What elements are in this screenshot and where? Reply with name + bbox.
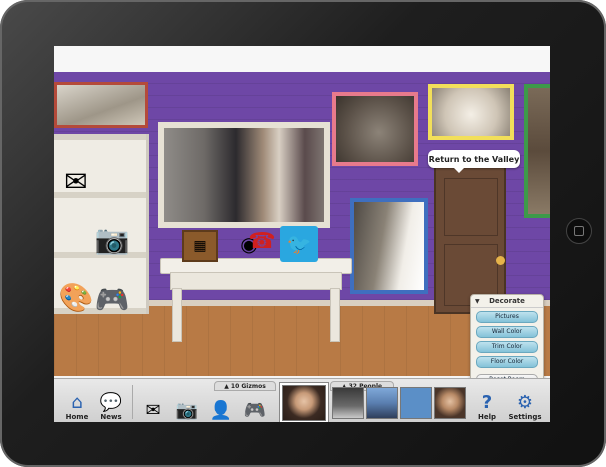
door-panel-top xyxy=(444,178,498,236)
return-to-valley-tooltip[interactable]: Return to the Valley xyxy=(428,150,520,173)
valley-door[interactable] xyxy=(434,166,506,314)
home-label: Home xyxy=(65,413,89,421)
wall-color-button[interactable]: Wall Color xyxy=(476,326,538,338)
bottom-toolbar: ▲ 10 Gizmos ▲ 32 People ⌂ Home 💬 News ✉ … xyxy=(54,378,550,422)
pictures-button[interactable]: Pictures xyxy=(476,311,538,323)
picture-frame-puppies[interactable] xyxy=(428,84,514,140)
add-person-gizmo-button[interactable]: 👤 xyxy=(204,387,238,421)
home-button[interactable]: ⌂ Home xyxy=(60,387,94,422)
envelope-gizmo-button[interactable]: ✉ xyxy=(136,387,170,421)
avatar-self[interactable] xyxy=(282,385,326,421)
gamepad-icon[interactable]: 🎮 xyxy=(94,282,130,318)
decorate-title: Decorate xyxy=(489,297,525,305)
cat-photo xyxy=(336,96,414,162)
settings-label: Settings xyxy=(508,413,542,421)
picture-frame-dog-sleeping[interactable] xyxy=(54,82,148,128)
envelope-icon[interactable]: ✉ xyxy=(58,164,94,200)
red-phone-icon[interactable]: ☎ xyxy=(248,226,275,258)
envelope-icon: ✉ xyxy=(145,400,161,421)
avatar-placeholder[interactable] xyxy=(400,387,432,419)
dog-photo xyxy=(57,85,145,125)
table-apron xyxy=(170,272,342,290)
picture-frame-dog-window[interactable] xyxy=(350,198,428,294)
table-leg xyxy=(330,288,340,342)
status-strip xyxy=(54,46,550,72)
table-leg xyxy=(172,288,182,342)
picture-frame-family[interactable] xyxy=(158,122,330,228)
gamepad-icon: 🎮 xyxy=(243,400,267,421)
cat-right-photo xyxy=(528,88,550,214)
floor-color-button[interactable]: Floor Color xyxy=(476,356,538,368)
camera-icon: 📷 xyxy=(175,400,199,421)
palette-icon[interactable]: 🎨 xyxy=(58,280,94,316)
door-knob xyxy=(496,256,505,265)
decorate-header[interactable]: ▼ Decorate xyxy=(471,295,543,308)
picture-frame-cat[interactable] xyxy=(332,92,418,166)
camera-gizmo-button[interactable]: 📷 xyxy=(170,387,204,421)
help-label: Help xyxy=(477,413,497,421)
gamepad-gizmo-button[interactable]: 🎮 xyxy=(238,387,272,421)
camera-icon[interactable]: 📷 xyxy=(94,222,130,258)
gear-icon: ⚙ xyxy=(516,392,534,413)
decorate-panel: ▼ Decorate Pictures Wall Color Trim Color… xyxy=(470,294,544,386)
picture-frame-cat-right[interactable] xyxy=(524,84,550,218)
family-photo xyxy=(164,128,324,222)
avatar-person-3[interactable] xyxy=(434,387,466,419)
tablet-home-button[interactable] xyxy=(566,218,592,244)
collapse-triangle-icon: ▼ xyxy=(475,298,480,305)
avatar-person-1[interactable] xyxy=(332,387,364,419)
puppies-photo xyxy=(432,88,510,136)
speech-bubble-icon: 💬 xyxy=(99,392,123,413)
toolbar-divider xyxy=(132,385,133,419)
question-mark-icon: ? xyxy=(481,392,493,413)
app-screen: Return to the Valley ✉ 📷 🎨 🎮 ▦ ◉ ☎ 🐦 ▼ De… xyxy=(54,46,550,422)
settings-button[interactable]: ⚙ Settings xyxy=(504,387,546,422)
house-icon: ⌂ xyxy=(71,392,83,413)
news-button[interactable]: 💬 News xyxy=(94,387,128,422)
add-person-icon: 👤 xyxy=(209,400,233,421)
news-label: News xyxy=(100,413,122,421)
dog-window-photo xyxy=(354,202,424,290)
twitter-bird-icon[interactable]: 🐦 xyxy=(280,226,318,262)
avatar-person-2[interactable] xyxy=(366,387,398,419)
photo-board-icon[interactable]: ▦ xyxy=(182,230,218,262)
help-button[interactable]: ? Help xyxy=(470,387,504,422)
trim-color-button[interactable]: Trim Color xyxy=(476,341,538,353)
shelf-board xyxy=(54,134,146,140)
